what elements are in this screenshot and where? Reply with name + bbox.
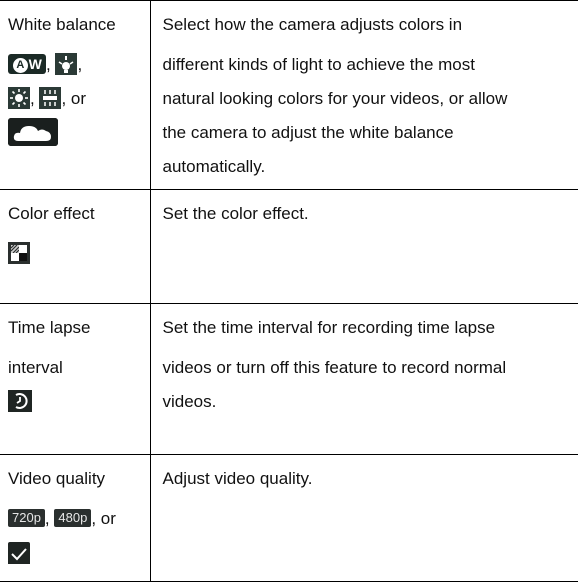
description-line: Set the color effect. [162,204,309,223]
description-line: the camera to adjust the white balance [162,123,454,142]
separator: , or [91,509,116,528]
incandescent-icon [55,52,78,75]
table-row-white-balance: White balance AW, , , , or Select how th… [0,0,578,190]
color-effect-icon-line [8,237,150,271]
cloudy-icon [8,117,58,146]
checkmark-icon [8,541,30,564]
description-line: Adjust video quality. [162,469,313,488]
description-line: Select how the camera adjusts colors in [162,15,463,34]
description-line: different kinds of light to achieve the … [162,55,475,74]
description-line: videos. [162,392,217,411]
separator: , [30,89,35,108]
setting-cell: White balance AW, , , , or [0,0,151,190]
setting-label: Time lapse [8,318,91,337]
table-row-video-quality: Video quality 720p, 480p, or Adjust vide… [0,454,578,582]
video-quality-icons-line: 720p, 480p, or [8,502,150,536]
separator: , or [61,89,87,108]
daylight-icon [8,86,30,109]
color-effect-icon [8,241,30,264]
settings-table: White balance AW, , , , or Select how th… [0,0,578,582]
setting-cell: Color effect [0,189,151,304]
setting-cell: Time lapse interval [0,303,151,455]
720p-quality-icon: 720p [8,508,45,527]
separator: , [77,55,83,74]
480p-quality-icon: 480p [54,508,92,527]
auto-white-balance-icon: AW [8,53,46,74]
setting-label: interval [8,358,63,377]
table-row-color-effect: Color effect Set the color effect. [0,189,578,304]
table-row-time-lapse: Time lapse interval Set the time interva… [0,303,578,455]
fluorescent-icon [39,86,62,109]
white-balance-icons-line-2: , , or [8,82,150,116]
time-lapse-icon-line [8,385,150,419]
setting-label: Video quality [8,469,106,488]
white-balance-icons-line-3 [8,116,150,150]
separator: , [46,55,51,74]
description-line: videos or turn off this feature to recor… [162,358,507,377]
description-cell: Select how the camera adjusts colors in … [150,1,578,190]
setting-label: Color effect [8,204,95,223]
time-lapse-icon [8,389,32,412]
description-line: automatically. [162,157,266,176]
checkmark-icon-line [8,536,150,570]
description-cell: Set the time interval for recording time… [150,304,578,455]
description-line: natural looking colors for your videos, … [162,89,508,108]
description-line: Set the time interval for recording time… [162,318,496,337]
description-cell: Adjust video quality. [150,455,578,582]
setting-cell: Video quality 720p, 480p, or [0,454,151,582]
white-balance-icons-line-1: AW, , [8,48,150,82]
setting-label: White balance [8,15,116,34]
separator: , [44,509,50,528]
description-cell: Set the color effect. [150,190,578,304]
